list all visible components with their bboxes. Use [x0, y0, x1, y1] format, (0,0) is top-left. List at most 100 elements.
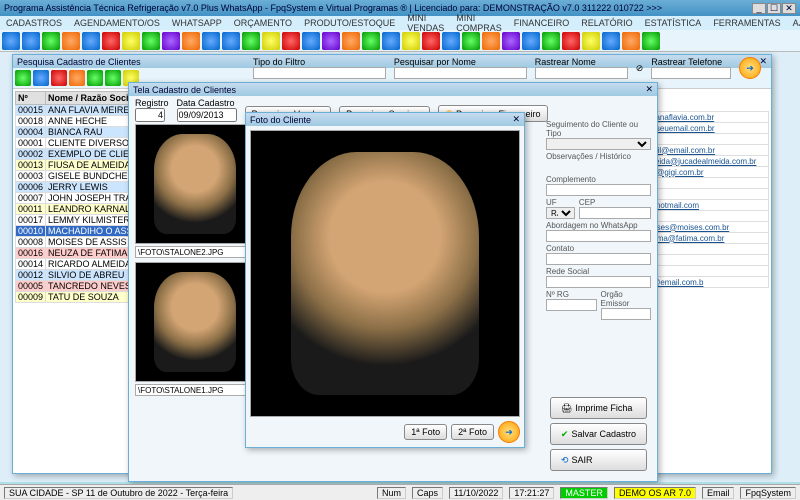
uf-select[interactable]: RJ [546, 207, 575, 219]
status-master: MASTER [560, 487, 608, 499]
seguimento-select[interactable] [546, 138, 651, 150]
toolbar-icon[interactable] [382, 32, 400, 50]
maximize-button[interactable]: ☐ [767, 3, 781, 14]
menu-item[interactable]: FINANCEIRO [514, 18, 570, 28]
toolbar-icon[interactable] [182, 32, 200, 50]
toolbar-icon[interactable] [622, 32, 640, 50]
rede-input[interactable] [546, 276, 651, 288]
rastrear-tel-input[interactable] [651, 67, 731, 79]
status-fpq[interactable]: FpqSystem [740, 487, 796, 499]
sair-button[interactable]: ⟲ SAIR [550, 449, 647, 471]
toolbar-icon[interactable] [502, 32, 520, 50]
rg-label: Nº RG [546, 290, 597, 299]
abordagem-input[interactable] [546, 230, 651, 242]
status-email[interactable]: Email [702, 487, 735, 499]
menu-item[interactable]: FERRAMENTAS [713, 18, 780, 28]
menu-item[interactable]: AJUDA [793, 18, 800, 28]
photo-thumb-2[interactable] [135, 262, 255, 382]
tool-icon[interactable] [87, 70, 103, 86]
status-time: 17:21:27 [509, 487, 554, 499]
rede-label: Rede Social [546, 267, 651, 276]
toolbar-icon[interactable] [582, 32, 600, 50]
window-titlebar[interactable]: Tela Cadastro de Clientes ✕ [129, 83, 657, 96]
photo-thumb-1[interactable] [135, 124, 255, 244]
clear-icon[interactable]: ⊘ [636, 63, 644, 74]
toolbar-icon[interactable] [42, 32, 60, 50]
tool-icon[interactable] [69, 70, 85, 86]
status-caps: Caps [412, 487, 443, 499]
complemento-input[interactable] [546, 184, 651, 196]
registro-input[interactable] [135, 108, 165, 122]
segunda-foto-button[interactable]: 2ª Foto [451, 424, 494, 440]
toolbar-icon[interactable] [642, 32, 660, 50]
toolbar-icon[interactable] [542, 32, 560, 50]
photo-path-1[interactable] [135, 246, 251, 258]
menu-item[interactable]: AGENDAMENTO/OS [74, 18, 160, 28]
col-num[interactable]: Nº [16, 92, 46, 105]
rg-input[interactable] [546, 299, 597, 311]
data-input[interactable] [177, 108, 237, 122]
toolbar-icon[interactable] [222, 32, 240, 50]
imprime-ficha-button[interactable]: 🖨 Imprime Ficha [550, 397, 647, 419]
toolbar-icon[interactable] [162, 32, 180, 50]
toolbar-icon[interactable] [342, 32, 360, 50]
toolbar-icon[interactable] [262, 32, 280, 50]
filter-bar: Tipo do Filtro Pesquisar por Nome Rastre… [253, 57, 761, 79]
toolbar-icon[interactable] [482, 32, 500, 50]
toolbar-icon[interactable] [602, 32, 620, 50]
go-button[interactable]: ➔ [739, 57, 761, 79]
toolbar-icon[interactable] [82, 32, 100, 50]
cep-input[interactable] [579, 207, 651, 219]
close-icon[interactable]: ✕ [512, 114, 520, 125]
toolbar-icon[interactable] [2, 32, 20, 50]
toolbar-icon[interactable] [402, 32, 420, 50]
filter-nome-input[interactable] [394, 67, 527, 79]
close-icon[interactable]: ✕ [645, 84, 653, 95]
rastrear-nome-input[interactable] [535, 67, 628, 79]
toolbar-icon[interactable] [362, 32, 380, 50]
next-foto-button[interactable]: ➔ [498, 421, 520, 443]
add-icon[interactable] [15, 70, 31, 86]
toolbar-icon[interactable] [422, 32, 440, 50]
salvar-cadastro-button[interactable]: ✔ Salvar Cadastro [550, 423, 647, 445]
menu-item[interactable]: ESTATÍSTICA [645, 18, 702, 28]
tool-icon[interactable] [105, 70, 121, 86]
toolbar-icon[interactable] [442, 32, 460, 50]
close-button[interactable]: ✕ [782, 3, 796, 14]
toolbar-icon[interactable] [562, 32, 580, 50]
menu-item[interactable]: WHATSAPP [172, 18, 222, 28]
menu-item[interactable]: RELATÓRIO [581, 18, 632, 28]
toolbar-icon[interactable] [102, 32, 120, 50]
menu-item[interactable]: CADASTROS [6, 18, 62, 28]
registro-label: Registro [135, 98, 169, 108]
menu-item[interactable]: ORÇAMENTO [234, 18, 292, 28]
minimize-button[interactable]: _ [752, 3, 766, 14]
menu-item[interactable]: PRODUTO/ESTOQUE [304, 18, 395, 28]
toolbar-icon[interactable] [22, 32, 40, 50]
abordagem-label: Abordagem no WhatsApp [546, 221, 651, 230]
window-titlebar[interactable]: Foto do Cliente ✕ [246, 113, 524, 126]
toolbar-icon[interactable] [142, 32, 160, 50]
delete-icon[interactable] [51, 70, 67, 86]
orgao-input[interactable] [601, 308, 652, 320]
window-buttons: _ ☐ ✕ [752, 3, 796, 14]
toolbar-icon[interactable] [242, 32, 260, 50]
filter-tipo-input[interactable] [253, 67, 386, 79]
edit-icon[interactable] [33, 70, 49, 86]
toolbar-icon[interactable] [282, 32, 300, 50]
toolbar-icon[interactable] [462, 32, 480, 50]
menu-item[interactable]: MINI COMPRAS [456, 13, 502, 33]
toolbar-icon[interactable] [62, 32, 80, 50]
toolbar-icon[interactable] [522, 32, 540, 50]
filter-label: Rastrear Nome [535, 57, 596, 67]
contato-label: Contato [546, 244, 651, 253]
toolbar-icon[interactable] [122, 32, 140, 50]
main-toolbar [0, 30, 800, 52]
menu-item[interactable]: MINI VENDAS [407, 13, 444, 33]
toolbar-icon[interactable] [322, 32, 340, 50]
toolbar-icon[interactable] [202, 32, 220, 50]
contato-input[interactable] [546, 253, 651, 265]
toolbar-icon[interactable] [302, 32, 320, 50]
photo-path-2[interactable] [135, 384, 251, 396]
primeira-foto-button[interactable]: 1ª Foto [404, 424, 447, 440]
